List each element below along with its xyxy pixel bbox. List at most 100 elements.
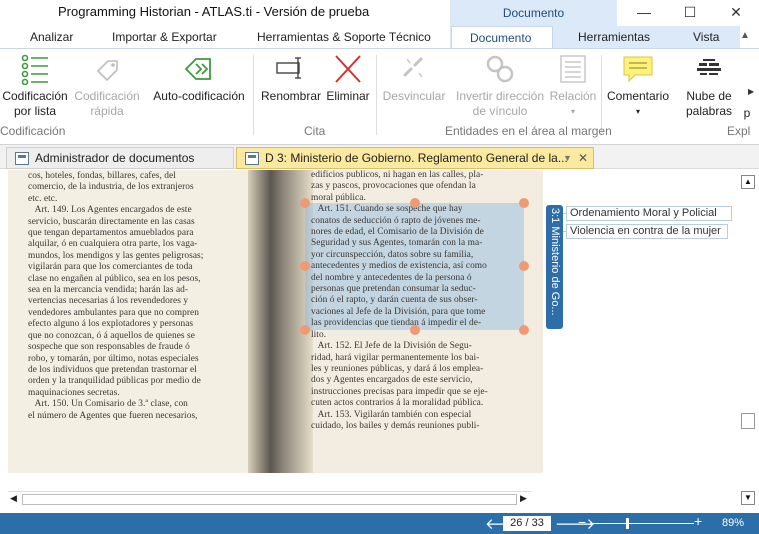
group-entidades-margen: Entidades en el área al margen: [445, 124, 612, 138]
tab-document-label: D 3: Ministerio de Gobierno. Reglamento …: [265, 151, 568, 165]
title-bar: Programming Historian - ATLAS.ti - Versi…: [0, 0, 759, 26]
right-page-line: Art. 151. Cuando se sospeche que hay: [311, 204, 463, 215]
ribbon-scroll-right-icon[interactable]: ▶: [748, 87, 754, 96]
renombrar-button[interactable]: Renombrar: [259, 53, 323, 104]
right-page-line: vaciones al Jefe de la División, para qu…: [311, 306, 486, 317]
maximize-button[interactable]: ☐: [667, 0, 713, 26]
horizontal-scroll-thumb[interactable]: [22, 494, 517, 505]
auto-coding-icon: [184, 58, 211, 80]
scroll-thumb[interactable]: [741, 413, 755, 429]
document-manager-icon: [15, 152, 29, 165]
vertical-scrollbar[interactable]: ▲ ▼: [739, 170, 759, 513]
left-page-line: de los individuos que pretendan trastorn…: [28, 364, 197, 375]
scroll-down-icon[interactable]: ▼: [741, 491, 755, 505]
auto-codificacion-button[interactable]: Auto-codificación: [149, 53, 249, 104]
relacion-dropdown-icon: ▾: [570, 107, 575, 116]
right-page-line: lito.: [311, 329, 327, 340]
scroll-up-icon[interactable]: ▲: [741, 175, 755, 189]
quotation-label: 3:1 Ministerio de Go...: [549, 208, 561, 316]
quotation-handle[interactable]: [300, 261, 310, 271]
left-page-line: que tengan departamentos amueblados para: [28, 228, 194, 239]
zoom-in-icon[interactable]: +: [694, 513, 702, 529]
tab-analizar[interactable]: Analizar: [26, 26, 77, 48]
truncated-button-label: p: [743, 106, 751, 120]
tab-administrador-documentos[interactable]: Administrador de documentos: [6, 147, 234, 169]
right-page-line: conatos de seducción ó rapto de jóvenes …: [311, 215, 481, 226]
relation-icon: [560, 55, 586, 83]
comentario-button[interactable]: Comentario ▾: [604, 53, 672, 119]
left-page-line: cos, hoteles, fondas, billares, cafes, d…: [28, 171, 176, 181]
tab-documento[interactable]: Documento: [451, 26, 553, 48]
left-page-line: Art. 149. Los Agentes encargados de este: [28, 205, 192, 216]
quotation-handle[interactable]: [519, 261, 529, 271]
tab-close-icon[interactable]: ✕: [578, 148, 588, 168]
nube-de-palabras-button[interactable]: Nube de palabras: [680, 53, 738, 119]
minimize-button[interactable]: —: [621, 0, 667, 26]
quotation-handle[interactable]: [410, 325, 420, 335]
comment-icon: [623, 56, 653, 83]
invertir-direccion-button[interactable]: Invertir dirección de vínculo: [452, 53, 548, 119]
tab-vista[interactable]: Vista: [689, 26, 723, 48]
desvincular-button[interactable]: Desvincular: [380, 53, 448, 104]
left-page-line: vertencias necesarias á los revendedores…: [28, 296, 189, 307]
zoom-slider[interactable]: [590, 523, 694, 524]
right-page-line: moral pública.: [311, 192, 366, 203]
left-page-line: robo, y tomarán, por último, notas espec…: [28, 353, 199, 364]
quotation-handle[interactable]: [519, 325, 529, 335]
page-number-field[interactable]: 26 / 33: [503, 516, 551, 531]
code-tag-violencia[interactable]: Violencia en contra de la mujer: [563, 224, 728, 239]
left-page-line: el número de Agentes que fueren necesari…: [28, 410, 198, 421]
left-page-line: que no conozcan, ó á aquellos de quienes…: [28, 330, 195, 341]
right-page-line: zas y pascos, provocaciones que ofendan …: [311, 181, 476, 192]
left-page-line: mundos, los mendigos y las gentes peligr…: [28, 250, 204, 261]
right-page-text: edificios publicos, ni hagan en las call…: [311, 170, 488, 432]
scroll-right-icon[interactable]: ▶: [520, 493, 527, 504]
renombrar-label: Renombrar: [260, 89, 322, 103]
quotation-handle[interactable]: [300, 198, 310, 208]
codificacion-por-lista-button[interactable]: Codificación por lista: [0, 53, 70, 119]
eliminar-button[interactable]: Eliminar: [324, 53, 372, 104]
horizontal-scrollbar[interactable]: ◀ ▶: [8, 491, 531, 507]
codificacion-rapida-button[interactable]: Codificación rápida: [72, 53, 142, 119]
document-viewer: cos, hoteles, fondas, billares, cafes, d…: [0, 170, 759, 513]
tab-herramientas-soporte[interactable]: Herramientas & Soporte Técnico: [253, 26, 435, 48]
left-page-line: alquilar, ó en cualquiera otra parte, lo…: [28, 239, 198, 250]
left-page-line: etc. etc.: [28, 193, 58, 204]
tab-document-d3[interactable]: D 3: Ministerio de Gobierno. Reglamento …: [236, 147, 594, 169]
comentario-dropdown-icon: ▾: [635, 107, 640, 116]
quotation-handle[interactable]: [410, 198, 420, 208]
left-page-line: Art. 150. Un Comisario de 3.ª clase, con: [28, 399, 188, 410]
right-page-line: las providencias que tiendan á impedir e…: [311, 318, 482, 329]
tab-herramientas[interactable]: Herramientas: [574, 26, 654, 48]
quotation-handle[interactable]: [300, 325, 310, 335]
zoom-out-icon[interactable]: −: [578, 514, 586, 530]
window-title: Programming Historian - ATLAS.ti - Versi…: [58, 4, 370, 19]
list-coding-icon: [21, 54, 48, 85]
relacion-button[interactable]: Relación ▾: [548, 53, 598, 119]
right-page-line: yor circunspección, datos sobre su famil…: [311, 249, 474, 260]
scroll-left-icon[interactable]: ◀: [10, 493, 17, 504]
eliminar-label: Eliminar: [326, 89, 370, 103]
right-page-line: cuten actos contrarios á la moralidad pú…: [311, 398, 484, 409]
right-page-line: Seguridad y sus Agentes, tomarán con la …: [311, 238, 483, 249]
ribbon-separator: [376, 55, 377, 135]
document-tabs-bar: Administrador de documentos D 3: Ministe…: [0, 145, 759, 169]
right-page-line: Art. 152. El Jefe de la División de Segu…: [311, 341, 472, 352]
zoom-slider-thumb[interactable]: [626, 518, 629, 529]
quotation-bar[interactable]: 3:1 Ministerio de Go...: [546, 205, 563, 329]
left-page-line: clase no engañen al público, sea en los …: [28, 273, 201, 284]
left-page-line: comercio, de la industria, de los extran…: [28, 182, 194, 193]
collapse-ribbon-icon[interactable]: ▲: [740, 30, 755, 44]
left-page-line: vendedores ambulantes para que no compre…: [28, 307, 199, 318]
relacion-label: Relación: [549, 89, 597, 103]
code-tag-ordenamiento[interactable]: Ordenamiento Moral y Policial: [563, 206, 732, 221]
tab-importar-exportar[interactable]: Importar & Exportar: [108, 26, 221, 48]
status-bar: 🡐 26 / 33 🡒 − + 89%: [0, 513, 759, 534]
zoom-level: 89%: [722, 517, 745, 529]
right-page-line: personas que pretendan consumar la seduc…: [311, 284, 476, 295]
close-button[interactable]: ✕: [713, 0, 759, 26]
ribbon-separator: [601, 55, 602, 135]
quotation-handle[interactable]: [519, 198, 529, 208]
tab-dropdown-icon[interactable]: ▼: [563, 148, 572, 168]
comentario-label: Comentario: [606, 89, 670, 103]
